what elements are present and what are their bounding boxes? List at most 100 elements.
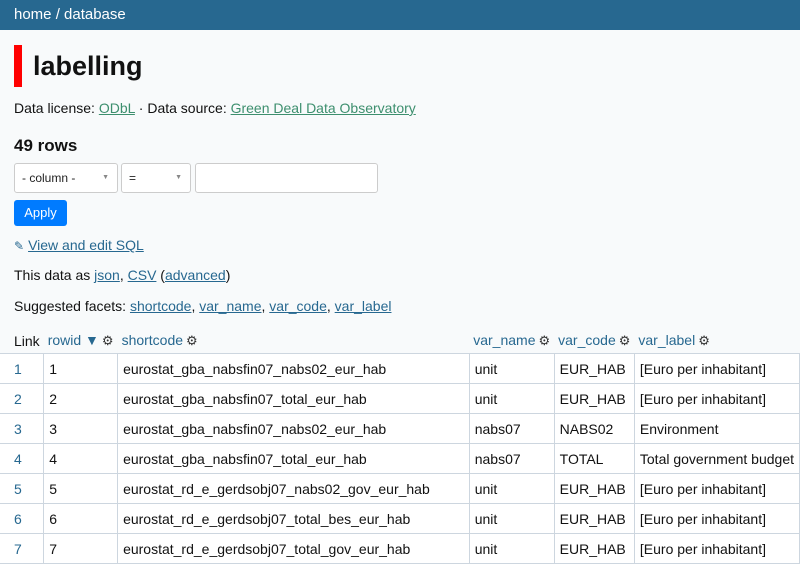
shortcode-cell: eurostat_gba_nabsfin07_nabs02_eur_hab xyxy=(117,413,470,444)
col-header-rowid[interactable]: rowid ▼ ⚙ xyxy=(44,329,118,354)
table-header-row: Link rowid ▼ ⚙ shortcode ⚙ var_name ⚙ var_c… xyxy=(0,329,800,354)
var-code-cell: NABS02 xyxy=(553,413,635,444)
col-header-link: Link xyxy=(14,332,40,349)
sort-desc-icon: ▼ xyxy=(85,332,99,348)
pencil-icon: ✎ xyxy=(14,239,25,253)
column-select-label: - column - xyxy=(22,171,76,185)
gear-icon[interactable]: ⚙ xyxy=(186,333,198,348)
row-link[interactable]: 1 xyxy=(14,361,22,377)
export-paren-open: ( xyxy=(156,267,165,283)
row-link[interactable]: 6 xyxy=(14,511,22,527)
page-title: labelling xyxy=(33,50,143,81)
view-edit-sql-link[interactable]: View and edit SQL xyxy=(28,237,144,253)
col-header-shortcode[interactable]: shortcode ⚙ xyxy=(118,329,470,354)
gear-icon[interactable]: ⚙ xyxy=(538,333,550,348)
table-row: 6 6 eurostat_rd_e_gerdsobj07_total_bes_e… xyxy=(0,503,800,534)
filter-value-input[interactable] xyxy=(195,163,378,193)
title-row: labelling xyxy=(14,45,800,87)
main-content: labelling Data license: ODbL · Data sour… xyxy=(0,45,800,564)
var-label-cell: [Euro per inhabitant] xyxy=(633,353,800,384)
var-label-cell: Environment xyxy=(633,413,800,444)
var-code-cell: EUR_HAB xyxy=(553,533,635,564)
row-link-cell[interactable]: 6 xyxy=(0,503,45,534)
export-paren-close: ) xyxy=(225,267,231,283)
shortcode-cell: eurostat_rd_e_gerdsobj07_nabs02_gov_eur_… xyxy=(117,473,470,504)
json-link[interactable]: json xyxy=(94,267,120,283)
row-link-cell[interactable]: 3 xyxy=(0,413,45,444)
license-prefix: Data license: xyxy=(14,100,99,116)
gear-icon[interactable]: ⚙ xyxy=(619,333,631,348)
rowid-cell: 5 xyxy=(43,473,119,504)
col-header-var-label-label[interactable]: var_label xyxy=(638,332,695,348)
row-link[interactable]: 5 xyxy=(14,481,22,497)
operator-select-label: = xyxy=(129,171,137,185)
var-label-cell: Total government budget xyxy=(633,443,800,474)
breadcrumb[interactable]: home / database xyxy=(14,6,126,23)
shortcode-cell: eurostat_rd_e_gerdsobj07_total_bes_eur_h… xyxy=(117,503,470,534)
row-link-cell[interactable]: 4 xyxy=(0,443,45,474)
facets-prefix: Suggested facets: xyxy=(14,298,130,314)
row-link[interactable]: 4 xyxy=(14,451,22,467)
data-table: Link rowid ▼ ⚙ shortcode ⚙ var_name ⚙ var_c… xyxy=(0,329,800,564)
table-row: 5 5 eurostat_rd_e_gerdsobj07_nabs02_gov_… xyxy=(0,473,800,504)
table-row: 3 3 eurostat_gba_nabsfin07_nabs02_eur_ha… xyxy=(0,413,800,444)
chevron-down-icon: ▼ xyxy=(175,174,182,181)
rowid-cell: 7 xyxy=(43,533,119,564)
export-links: This data as json, CSV (advanced) xyxy=(14,267,800,283)
facet-var-label[interactable]: var_label xyxy=(335,298,392,314)
var-name-cell: nabs07 xyxy=(468,413,555,444)
var-name-cell: unit xyxy=(468,533,555,564)
operator-select[interactable]: = ▼ xyxy=(121,163,191,193)
csv-link[interactable]: CSV xyxy=(128,267,157,283)
var-name-cell: unit xyxy=(468,473,555,504)
row-link[interactable]: 3 xyxy=(14,421,22,437)
table-body: 1 1 eurostat_gba_nabsfin07_nabs02_eur_ha… xyxy=(0,353,800,564)
rowid-cell: 3 xyxy=(43,413,119,444)
facet-var-name[interactable]: var_name xyxy=(199,298,261,314)
row-link-cell[interactable]: 2 xyxy=(0,383,45,414)
row-link-cell[interactable]: 7 xyxy=(0,533,45,564)
col-header-shortcode-label[interactable]: shortcode xyxy=(122,332,183,348)
sql-link-row: ✎ View and edit SQL xyxy=(14,237,800,253)
col-header-var-name-label[interactable]: var_name xyxy=(473,332,535,348)
shortcode-cell: eurostat_gba_nabsfin07_total_eur_hab xyxy=(117,443,470,474)
shortcode-cell: eurostat_gba_nabsfin07_nabs02_eur_hab xyxy=(117,353,470,384)
suggested-facets: Suggested facets: shortcode, var_name, v… xyxy=(14,298,392,314)
col-header-rowid-label[interactable]: rowid xyxy=(48,332,81,348)
row-count: 49 rows xyxy=(14,136,78,155)
gear-icon[interactable]: ⚙ xyxy=(102,333,114,348)
license-line: Data license: ODbL · Data source: Green … xyxy=(14,100,800,116)
row-link-cell[interactable]: 1 xyxy=(0,353,45,384)
export-prefix: This data as xyxy=(14,267,95,283)
advanced-link[interactable]: advanced xyxy=(165,267,226,283)
var-name-cell: nabs07 xyxy=(468,443,555,474)
source-prefix: · Data source: xyxy=(134,100,231,116)
var-code-cell: EUR_HAB xyxy=(553,383,635,414)
facet-shortcode[interactable]: shortcode xyxy=(130,298,191,314)
rowid-cell: 2 xyxy=(43,383,119,414)
col-header-var-code[interactable]: var_code ⚙ xyxy=(554,329,634,354)
shortcode-cell: eurostat_rd_e_gerdsobj07_total_gov_eur_h… xyxy=(117,533,470,564)
col-header-var-name[interactable]: var_name ⚙ xyxy=(469,329,554,354)
var-name-cell: unit xyxy=(468,383,555,414)
var-code-cell: EUR_HAB xyxy=(553,503,635,534)
var-code-cell: TOTAL xyxy=(553,443,635,474)
facet-var-code[interactable]: var_code xyxy=(269,298,327,314)
chevron-down-icon: ▼ xyxy=(102,174,109,181)
license-link[interactable]: ODbL xyxy=(99,100,135,116)
apply-button[interactable]: Apply xyxy=(14,200,67,226)
var-name-cell: unit xyxy=(468,503,555,534)
source-link[interactable]: Green Deal Data Observatory xyxy=(231,100,416,116)
col-header-var-label[interactable]: var_label ⚙ xyxy=(634,329,799,354)
row-link[interactable]: 7 xyxy=(14,541,22,557)
table-row: 4 4 eurostat_gba_nabsfin07_total_eur_hab… xyxy=(0,443,800,474)
row-link[interactable]: 2 xyxy=(14,391,22,407)
top-nav-bar: home / database xyxy=(0,0,800,30)
column-select[interactable]: - column - ▼ xyxy=(14,163,118,193)
col-header-var-code-label[interactable]: var_code xyxy=(558,332,616,348)
rowid-cell: 1 xyxy=(43,353,119,384)
var-label-cell: [Euro per inhabitant] xyxy=(633,503,800,534)
row-link-cell[interactable]: 5 xyxy=(0,473,45,504)
gear-icon[interactable]: ⚙ xyxy=(698,333,710,348)
var-name-cell: unit xyxy=(468,353,555,384)
